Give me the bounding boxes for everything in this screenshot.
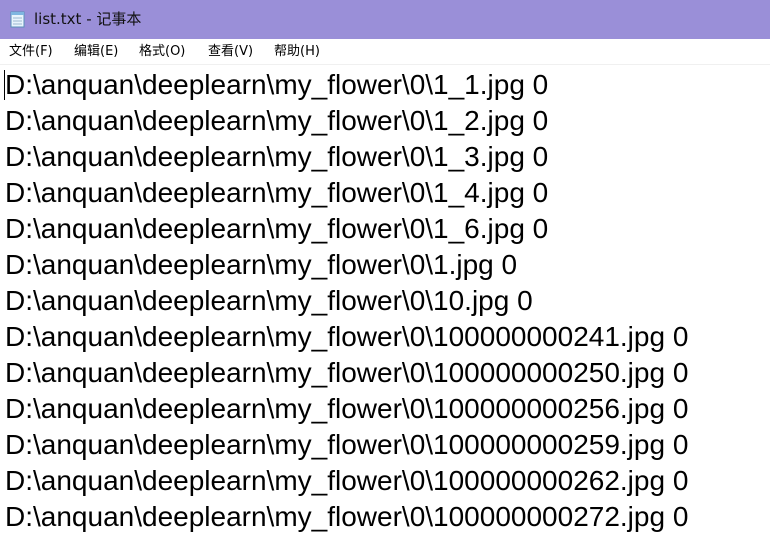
- text-line[interactable]: D:\anquan\deeplearn\my_flower\0\1_2.jpg …: [5, 103, 548, 139]
- notepad-window: list.txt - 记事本 文件(F) 编辑(E) 格式(O) 查看(V) 帮…: [0, 0, 770, 536]
- text-line[interactable]: D:\anquan\deeplearn\my_flower\0\1_3.jpg …: [5, 139, 548, 175]
- text-line[interactable]: D:\anquan\deeplearn\my_flower\0\10000000…: [5, 355, 688, 391]
- title-bar[interactable]: list.txt - 记事本: [0, 0, 770, 39]
- text-line[interactable]: D:\anquan\deeplearn\my_flower\0\10000000…: [5, 499, 688, 535]
- text-line[interactable]: D:\anquan\deeplearn\my_flower\0\1_6.jpg …: [5, 211, 548, 247]
- text-line[interactable]: D:\anquan\deeplearn\my_flower\0\1_4.jpg …: [5, 175, 548, 211]
- text-editor-area[interactable]: D:\anquan\deeplearn\my_flower\0\1_1.jpg …: [0, 65, 770, 536]
- text-line[interactable]: D:\anquan\deeplearn\my_flower\0\10.jpg 0: [5, 283, 533, 319]
- text-line[interactable]: D:\anquan\deeplearn\my_flower\0\10000000…: [5, 391, 688, 427]
- menu-format[interactable]: 格式(O): [138, 43, 186, 60]
- text-line[interactable]: D:\anquan\deeplearn\my_flower\0\1_1.jpg …: [5, 67, 548, 103]
- menu-edit[interactable]: 编辑(E): [73, 43, 119, 60]
- menu-bar: 文件(F) 编辑(E) 格式(O) 查看(V) 帮助(H): [0, 39, 770, 65]
- menu-help[interactable]: 帮助(H): [273, 43, 321, 60]
- text-line[interactable]: D:\anquan\deeplearn\my_flower\0\10000000…: [5, 319, 688, 355]
- menu-file[interactable]: 文件(F): [8, 43, 54, 60]
- menu-view[interactable]: 查看(V): [207, 43, 254, 60]
- text-line[interactable]: D:\anquan\deeplearn\my_flower\0\10000000…: [5, 463, 688, 499]
- window-title: list.txt - 记事本: [34, 10, 142, 28]
- notepad-icon: [10, 11, 25, 28]
- text-line[interactable]: D:\anquan\deeplearn\my_flower\0\1.jpg 0: [5, 247, 517, 283]
- text-line[interactable]: D:\anquan\deeplearn\my_flower\0\10000000…: [5, 427, 688, 463]
